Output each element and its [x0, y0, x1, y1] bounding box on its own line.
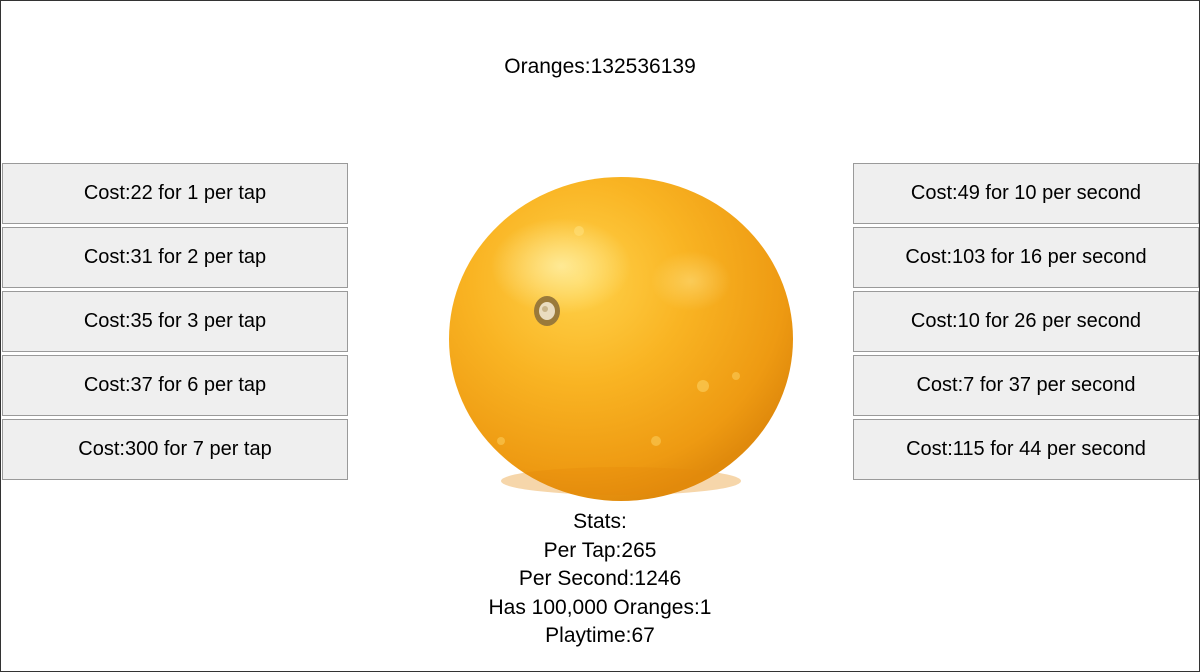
second-upgrade-button-3[interactable]: Cost:10 for 26 per second	[853, 291, 1199, 352]
orange-fruit-icon	[449, 177, 793, 501]
second-upgrade-button-4[interactable]: Cost:7 for 37 per second	[853, 355, 1199, 416]
orange-tap-target[interactable]	[441, 171, 801, 506]
tap-upgrade-button-4[interactable]: Cost:37 for 6 per tap	[2, 355, 348, 416]
tap-upgrade-button-2[interactable]: Cost:31 for 2 per tap	[2, 227, 348, 288]
stat-playtime: Playtime:67	[545, 624, 655, 647]
second-upgrade-button-1[interactable]: Cost:49 for 10 per second	[853, 163, 1199, 224]
stats-header: Stats:	[573, 510, 627, 533]
second-upgrades-panel: Cost:49 for 10 per second Cost:103 for 1…	[853, 163, 1199, 483]
stat-per-second: Per Second:1246	[518, 567, 682, 590]
stats-panel: Stats: Per Tap:265 Per Second:1246 Has 1…	[1, 508, 1199, 651]
stat-per-tap: Per Tap:265	[543, 538, 657, 562]
stat-has-100k-oranges: Has 100,000 Oranges:1	[488, 595, 712, 619]
tap-upgrades-panel: Cost:22 for 1 per tap Cost:31 for 2 per …	[2, 163, 348, 483]
game-frame: Oranges:132536139 Cost:22 for 1 per tap …	[0, 0, 1200, 672]
orange-counter: Oranges:132536139	[504, 55, 696, 78]
second-upgrade-button-2[interactable]: Cost:103 for 16 per second	[853, 227, 1199, 288]
tap-upgrade-button-5[interactable]: Cost:300 for 7 per tap	[2, 419, 348, 480]
tap-upgrade-button-3[interactable]: Cost:35 for 3 per tap	[2, 291, 348, 352]
second-upgrade-button-5[interactable]: Cost:115 for 44 per second	[853, 419, 1199, 480]
tap-upgrade-button-1[interactable]: Cost:22 for 1 per tap	[2, 163, 348, 224]
